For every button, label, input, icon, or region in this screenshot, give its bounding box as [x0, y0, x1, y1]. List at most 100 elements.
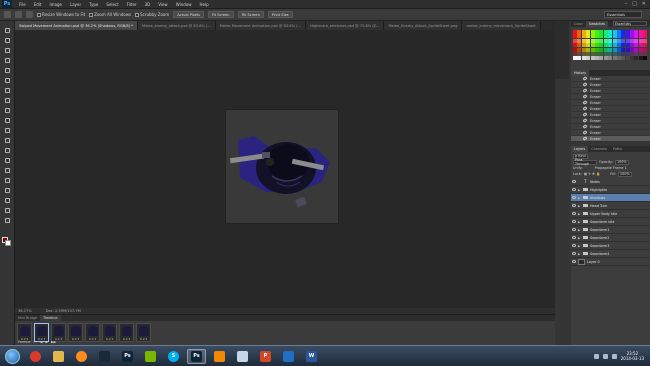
- swatch-grid[interactable]: [573, 30, 648, 61]
- play-icon[interactable]: ▶: [45, 340, 48, 344]
- history-brush-tool-icon[interactable]: [3, 117, 12, 124]
- visibility-eye-icon[interactable]: [572, 252, 576, 255]
- history-item[interactable]: Eraser: [571, 136, 650, 142]
- document-tab[interactable]: Melee_enemy_attack.psd @ 83.6% (...: [137, 21, 216, 30]
- frame-delay[interactable]: 0.2 ▾: [103, 337, 116, 341]
- chrome-taskbar-icon[interactable]: [26, 349, 45, 364]
- powerpoint-taskbar-icon[interactable]: P: [256, 349, 275, 364]
- expand-arrow-icon[interactable]: ▶: [578, 252, 581, 256]
- layer-row[interactable]: ▶ Head Turn: [571, 202, 650, 210]
- frame-delay[interactable]: 0.2 ▾: [137, 337, 150, 341]
- layer-row[interactable]: ▶ Upper Body Idle: [571, 210, 650, 218]
- canvas-area[interactable]: [15, 30, 555, 308]
- start-button[interactable]: [5, 348, 20, 364]
- pen-tool-icon[interactable]: [3, 167, 12, 174]
- visibility-eye-icon[interactable]: [572, 212, 576, 215]
- propagate-frame-checkbox[interactable]: Propagate Frame 1: [595, 166, 627, 170]
- fill-screen-button[interactable]: Fill Screen: [237, 11, 264, 18]
- document-tab[interactable]: Melee Movement Animation.psd @ 83.6% (..…: [215, 21, 306, 30]
- document-canvas[interactable]: [226, 110, 338, 223]
- layer-row[interactable]: ▶ Highlights: [571, 186, 650, 194]
- skype-taskbar-icon[interactable]: S: [164, 349, 183, 364]
- timeline-frame[interactable]: 0.2 ▾: [102, 323, 117, 342]
- layer-row[interactable]: ▶ Swordarm2: [571, 234, 650, 242]
- layer-name[interactable]: Notes: [590, 180, 600, 184]
- photoshop-2-taskbar-icon[interactable]: Ps: [187, 348, 206, 364]
- minimize-button[interactable]: –: [625, 1, 628, 7]
- layer-row[interactable]: T Notes: [571, 178, 650, 186]
- maximize-button[interactable]: □: [632, 1, 637, 7]
- zoom-in-icon[interactable]: [15, 11, 22, 18]
- expand-arrow-icon[interactable]: ▶: [578, 212, 581, 216]
- document-tab[interactable]: Melee_Enemy_Attack_SpriteSheet.png: [384, 21, 463, 30]
- move-tool-icon[interactable]: [3, 27, 12, 34]
- timeline-frame[interactable]: 0.2 ▾: [68, 323, 83, 342]
- expand-arrow-icon[interactable]: ▶: [578, 236, 581, 240]
- print-size-button[interactable]: Print Size: [267, 11, 293, 18]
- itunes-taskbar-icon[interactable]: [72, 349, 91, 364]
- document-tab[interactable]: melee_enemy_movement_SpriteSheet: [462, 21, 541, 30]
- layer-name[interactable]: Upper Body Idle: [590, 212, 617, 216]
- eyedropper-tool-icon[interactable]: [3, 77, 12, 84]
- prev-frame-icon[interactable]: ◀: [40, 340, 43, 344]
- menu-help[interactable]: Help: [195, 2, 212, 7]
- expand-arrow-icon[interactable]: ▶: [578, 204, 581, 208]
- spotify-taskbar-icon[interactable]: [141, 349, 160, 364]
- word-taskbar-icon[interactable]: W: [302, 349, 321, 364]
- marquee-tool-icon[interactable]: [3, 37, 12, 44]
- tab-mini-bridge[interactable]: Mini Bridge: [15, 315, 40, 321]
- zoom-all-windows-checkbox[interactable]: Zoom All Windows: [89, 12, 131, 17]
- zoom-tool-icon[interactable]: [3, 217, 12, 224]
- menu-file[interactable]: File: [15, 2, 30, 7]
- visibility-eye-icon[interactable]: [572, 188, 576, 191]
- close-button[interactable]: ✕: [642, 1, 646, 7]
- expand-arrow-icon[interactable]: ▶: [578, 196, 581, 200]
- menu-layer[interactable]: Layer: [66, 2, 85, 7]
- tab-history[interactable]: History: [571, 70, 590, 76]
- explorer-taskbar-icon[interactable]: [49, 349, 68, 364]
- resize-windows-checkbox[interactable]: Resize Windows to Fit: [37, 12, 85, 17]
- media-taskbar-icon[interactable]: [279, 349, 298, 364]
- blur-tool-icon[interactable]: [3, 147, 12, 154]
- visibility-eye-icon[interactable]: [572, 204, 576, 207]
- crop-tool-icon[interactable]: [3, 67, 12, 74]
- layer-name[interactable]: Highlights: [590, 188, 607, 192]
- hand-tool-icon[interactable]: [3, 207, 12, 214]
- first-frame-icon[interactable]: ⏮: [34, 340, 37, 344]
- visibility-eye-icon[interactable]: [572, 196, 576, 199]
- timeline-frame[interactable]: 0.2 ▾: [85, 323, 100, 342]
- type-tool-icon[interactable]: [3, 177, 12, 184]
- document-tab[interactable]: Swiped Movement Animation.psd @ 36.2% (S…: [15, 21, 138, 30]
- expand-arrow-icon[interactable]: ▶: [578, 228, 581, 232]
- tab-layers[interactable]: Layers: [571, 146, 589, 152]
- shape-tool-icon[interactable]: [3, 197, 12, 204]
- expand-arrow-icon[interactable]: ▶: [578, 244, 581, 248]
- menu-3d[interactable]: 3D: [141, 2, 155, 7]
- layer-name[interactable]: Head Turn: [590, 204, 607, 208]
- actual-pixels-button[interactable]: Actual Pixels: [173, 11, 204, 18]
- layer-row[interactable]: ▶ Swordarm Idle: [571, 218, 650, 226]
- clone-stamp-tool-icon[interactable]: [3, 107, 12, 114]
- background-color-swatch[interactable]: [5, 240, 11, 246]
- zoom-level[interactable]: 36.17%: [18, 309, 32, 313]
- visibility-eye-icon[interactable]: [572, 180, 576, 183]
- layer-row[interactable]: ▶ Swordarm1: [571, 226, 650, 234]
- clock[interactable]: 23:52 2014-03-13: [621, 351, 644, 361]
- menu-filter[interactable]: Filter: [123, 2, 141, 7]
- lasso-tool-icon[interactable]: [3, 47, 12, 54]
- tab-paths[interactable]: Paths: [610, 146, 625, 152]
- photoshop-1-taskbar-icon[interactable]: Ps: [118, 349, 137, 364]
- tab-channels[interactable]: Channels: [588, 146, 610, 152]
- menu-view[interactable]: View: [154, 2, 172, 7]
- document-tab[interactable]: Highscore_stretches.psd @ 75.8% (E...: [305, 21, 385, 30]
- fit-screen-button[interactable]: Fit Screen: [207, 11, 234, 18]
- loop-select[interactable]: Forever: [18, 340, 31, 344]
- layer-row[interactable]: Layer 0: [571, 258, 650, 266]
- menu-type[interactable]: Type: [85, 2, 102, 7]
- gradient-tool-icon[interactable]: [3, 137, 12, 144]
- frame-delay[interactable]: 0.2 ▾: [69, 337, 82, 341]
- zoom-out-icon[interactable]: [26, 11, 33, 18]
- opacity-field[interactable]: 100%: [614, 159, 629, 165]
- brush-tool-icon[interactable]: [3, 97, 12, 104]
- visibility-eye-icon[interactable]: [572, 228, 576, 231]
